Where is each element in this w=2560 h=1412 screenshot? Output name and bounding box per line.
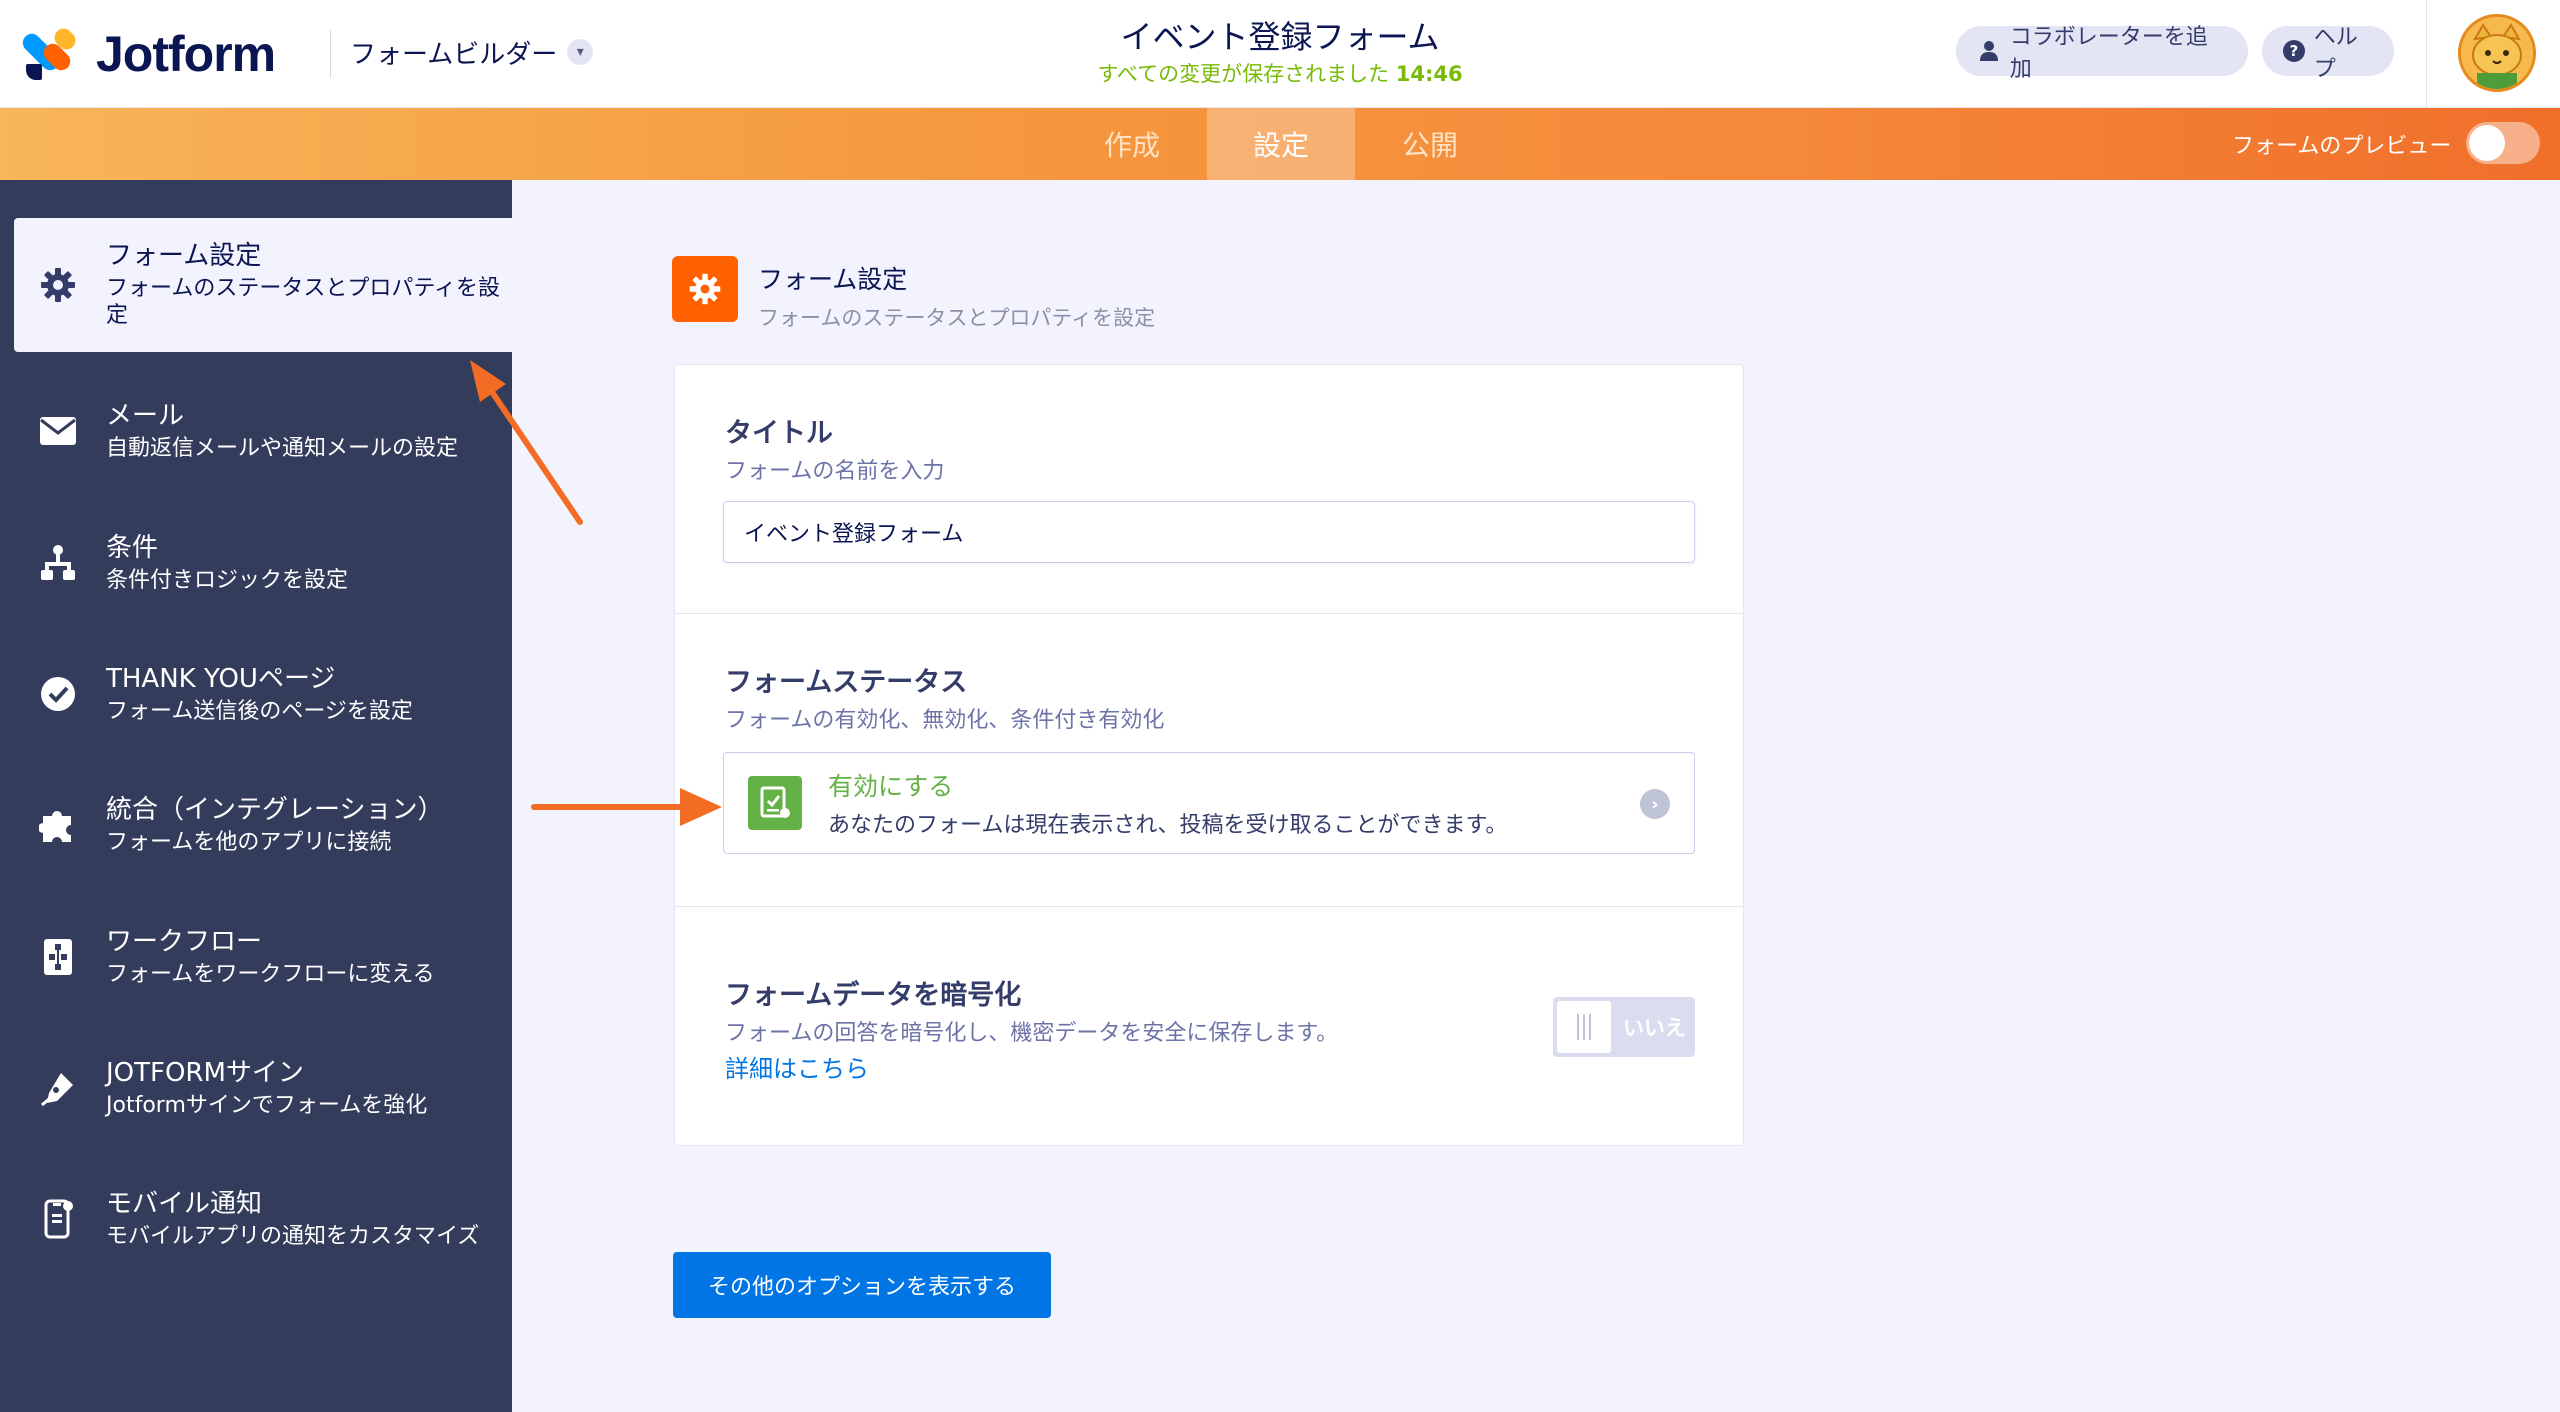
tab-create[interactable]: 作成 — [1058, 108, 1206, 180]
status-description: あなたのフォームは現在表示され、投稿を受け取ることができます。 — [828, 813, 1508, 838]
status-title: 有効にする — [828, 772, 954, 801]
sidebar-item-jotform-sign[interactable]: JOTFORMサイン Jotformサインでフォームを強化 — [14, 1021, 512, 1155]
sidebar-item-integrations[interactable]: 統合（インテグレーション） フォームを他のアプリに接続 — [14, 758, 512, 892]
main-nav: 作成 設定 公開 フォームのプレビュー — [0, 108, 2560, 180]
sidebar-item-email[interactable]: メール 自動返信メールや通知メールの設定 — [14, 364, 512, 498]
save-time: 14:46 — [1395, 62, 1463, 86]
envelope-icon — [34, 407, 82, 455]
help-button[interactable]: ? ヘルプ — [2262, 25, 2394, 82]
sidebar-item-conditions[interactable]: 条件 条件付きロジックを設定 — [14, 496, 512, 630]
encrypt-toggle-label: いいえ — [1623, 1016, 1686, 1040]
check-circle-icon — [34, 670, 82, 718]
form-status-selector[interactable]: 有効にする あなたのフォームは現在表示され、投稿を受け取ることができます。 › — [723, 752, 1695, 854]
tab-settings[interactable]: 設定 — [1207, 108, 1355, 180]
sidebar-item-title: ワークフロー — [106, 927, 263, 957]
add-collaborator-label: コラボレーターを追加 — [2009, 25, 2208, 82]
form-title-input[interactable] — [723, 501, 1695, 563]
sidebar-item-subtitle: 条件付きロジックを設定 — [106, 567, 349, 593]
settings-sidebar: フォーム設定 フォームのステータスとプロパティを設定 メール 自動返信メールや通… — [0, 180, 512, 1412]
form-status-label: フォームステータス — [725, 667, 968, 698]
sidebar-item-title: フォーム設定 — [106, 241, 262, 272]
form-builder-label: フォームビルダー — [350, 39, 558, 70]
pen-icon — [34, 1064, 82, 1112]
toggle-handle — [1557, 1001, 1611, 1053]
user-icon — [1976, 38, 2002, 64]
sidebar-item-subtitle: 自動返信メールや通知メールの設定 — [106, 435, 459, 461]
gear-icon — [34, 261, 82, 309]
help-icon: ? — [2282, 38, 2306, 64]
title-label: タイトル — [725, 418, 833, 449]
encrypt-section: フォームデータを暗号化 フォームの回答を暗号化し、機密データを安全に保存します。… — [675, 907, 1743, 1147]
form-enabled-icon — [748, 776, 802, 830]
settings-card: タイトル フォームの名前を入力 フォームステータス フォームの有効化、無効化、条… — [674, 364, 1744, 1146]
jotform-logo-icon — [19, 24, 80, 82]
title-section: タイトル フォームの名前を入力 — [675, 365, 1743, 614]
page-header: フォーム設定 フォームのステータスとプロパティを設定 — [672, 256, 1155, 332]
sidebar-item-subtitle: モバイルアプリの通知をカスタマイズ — [106, 1223, 480, 1249]
show-more-options-button[interactable]: その他のオプションを表示する — [673, 1252, 1051, 1318]
sidebar-item-title: 統合（インテグレーション） — [106, 795, 444, 825]
sidebar-item-workflow[interactable]: ワークフロー フォームをワークフローに変える — [14, 890, 512, 1024]
workflow-icon — [34, 933, 82, 981]
top-header: Jotform フォームビルダー ▾ イベント登録フォーム すべての変更が保存さ… — [0, 0, 2560, 108]
form-preview-toggle[interactable] — [2466, 122, 2540, 164]
sidebar-item-title: メール — [106, 401, 185, 431]
form-status-section: フォームステータス フォームの有効化、無効化、条件付き有効化 有効にする あなた… — [675, 614, 1743, 907]
divider — [330, 30, 331, 78]
puzzle-icon — [34, 801, 82, 849]
tab-publish[interactable]: 公開 — [1356, 108, 1504, 180]
sidebar-item-form-settings[interactable]: フォーム設定 フォームのステータスとプロパティを設定 — [14, 218, 512, 352]
hierarchy-icon — [34, 539, 82, 587]
mobile-icon — [34, 1195, 82, 1243]
avatar[interactable] — [2458, 14, 2536, 92]
form-title: イベント登録フォーム — [1120, 18, 1440, 56]
sidebar-item-title: THANK YOUページ — [106, 664, 336, 694]
learn-more-link[interactable]: 詳細はこちら — [725, 1049, 869, 1084]
form-preview-label: フォームのプレビュー — [2232, 134, 2452, 159]
jotform-logo[interactable]: Jotform — [19, 20, 276, 88]
sidebar-item-subtitle: フォームを他のアプリに接続 — [106, 829, 392, 855]
sidebar-item-subtitle: フォーム送信後のページを設定 — [106, 698, 413, 724]
sidebar-item-subtitle: フォームをワークフローに変える — [106, 961, 435, 987]
encrypt-description: フォームの回答を暗号化し、機密データを安全に保存します。 — [725, 1021, 1339, 1046]
chevron-down-icon: ▾ — [567, 39, 594, 65]
sidebar-item-title: 条件 — [106, 533, 159, 563]
sidebar-item-subtitle: Jotformサインでフォームを強化 — [106, 1092, 428, 1118]
encrypt-toggle[interactable]: いいえ — [1553, 997, 1695, 1057]
form-status-description: フォームの有効化、無効化、条件付き有効化 — [725, 708, 1165, 733]
page-subtitle: フォームのステータスとプロパティを設定 — [758, 306, 1156, 330]
sidebar-item-title: モバイル通知 — [106, 1189, 263, 1219]
save-status-text: すべての変更が保存されました — [1097, 62, 1390, 86]
sidebar-item-mobile-notifications[interactable]: モバイル通知 モバイルアプリの通知をカスタマイズ — [14, 1152, 512, 1286]
page-title: フォーム設定 — [758, 265, 908, 294]
encrypt-label: フォームデータを暗号化 — [725, 980, 1022, 1011]
toggle-knob — [2469, 125, 2505, 161]
brand-name: Jotform — [96, 26, 276, 82]
add-collaborator-button[interactable]: コラボレーターを追加 — [1956, 25, 2248, 82]
sidebar-item-subtitle: フォームのステータスとプロパティを設定 — [106, 275, 501, 329]
sidebar-item-thank-you-page[interactable]: THANK YOUページ フォーム送信後のページを設定 — [14, 627, 512, 761]
sidebar-item-title: JOTFORMサイン — [106, 1058, 304, 1088]
title-description: フォームの名前を入力 — [725, 459, 945, 484]
divider — [2426, 0, 2427, 108]
form-builder-dropdown[interactable]: フォームビルダー ▾ — [350, 32, 594, 72]
save-status: すべての変更が保存されました 14:46 — [1030, 58, 1530, 88]
help-label: ヘルプ — [2313, 25, 2358, 82]
chevron-right-icon: › — [1640, 789, 1670, 819]
gear-icon — [672, 256, 738, 322]
